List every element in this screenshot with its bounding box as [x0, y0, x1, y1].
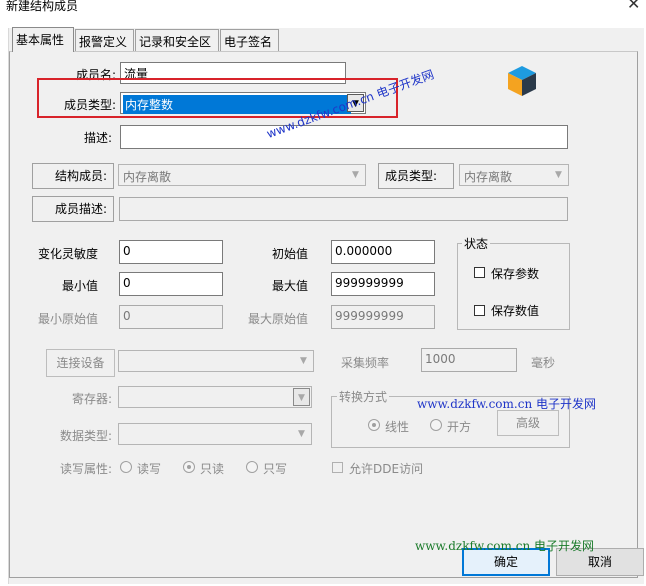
struct-member-label: 结构成员:: [32, 163, 114, 189]
allow-dde-label: 允许DDE访问: [349, 462, 424, 476]
min-raw-input[interactable]: 0: [119, 305, 223, 329]
save-params-label: 保存参数: [491, 267, 540, 281]
min-value-input[interactable]: 0: [119, 272, 223, 296]
save-params-checkbox[interactable]: [474, 267, 485, 278]
initial-value-label: 初始值: [271, 247, 308, 261]
watermark-middle: www.dzkfw.com.cn 电子开发网: [417, 397, 596, 411]
rw-attribute-label: 读写属性:: [59, 462, 112, 476]
save-values-checkbox[interactable]: [474, 305, 485, 316]
tab-basic-properties[interactable]: 基本属性: [12, 27, 74, 52]
save-values-label: 保存数值: [491, 304, 540, 318]
status-group-title: 状态: [462, 235, 491, 252]
max-value-label: 最大值: [271, 279, 308, 293]
description-label: 描述:: [83, 131, 112, 145]
sqrt-radio[interactable]: [430, 419, 442, 431]
sensitivity-label: 变化灵敏度: [37, 247, 98, 261]
watermark-bottom: www.dzkfw.com.cn 电子开发网: [415, 539, 594, 553]
chevron-down-icon: ▼: [300, 356, 307, 366]
rw-write-only-radio[interactable]: [246, 461, 258, 473]
rw-write-only-label: 只写: [263, 462, 288, 476]
linear-radio[interactable]: [368, 419, 380, 431]
device-select[interactable]: ▼: [118, 350, 314, 372]
tab-alarm-definition[interactable]: 报警定义: [75, 29, 134, 51]
tab-e-signature[interactable]: 电子签名: [220, 29, 279, 51]
cube-icon: [508, 66, 536, 96]
min-value-label: 最小值: [61, 279, 98, 293]
chevron-down-icon: ▼: [293, 388, 310, 406]
close-icon[interactable]: ✕: [627, 0, 640, 13]
sample-rate-input[interactable]: 1000: [421, 348, 517, 372]
struct-member-type-value: 内存离散: [464, 170, 513, 184]
allow-dde-checkbox[interactable]: [332, 462, 343, 473]
initial-value-input[interactable]: 0.000000: [331, 240, 435, 264]
tab-record-security[interactable]: 记录和安全区: [135, 29, 219, 51]
rw-read-write-radio[interactable]: [120, 461, 132, 473]
linear-label: 线性: [385, 420, 410, 434]
rw-read-write-label: 读写: [137, 462, 162, 476]
sensitivity-input[interactable]: 0: [119, 240, 223, 264]
max-raw-input[interactable]: 999999999: [331, 305, 435, 329]
struct-member-desc-input[interactable]: [119, 197, 568, 221]
sample-unit-label: 毫秒: [531, 356, 556, 370]
register-select[interactable]: ▼: [118, 386, 312, 408]
rw-read-only-radio[interactable]: [183, 461, 195, 473]
window-title: 新建结构成员: [6, 0, 79, 13]
title-bar: 新建结构成员 ✕: [0, 0, 646, 14]
struct-member-type-label: 成员类型:: [378, 163, 454, 189]
register-label: 寄存器:: [71, 392, 112, 406]
connect-device-button[interactable]: 连接设备: [46, 349, 115, 377]
chevron-down-icon: ▼: [555, 170, 562, 180]
device-value: [121, 353, 125, 355]
struct-member-desc-label: 成员描述:: [32, 196, 114, 222]
max-value-input[interactable]: 999999999: [331, 272, 435, 296]
sqrt-label: 开方: [447, 420, 472, 434]
rw-read-only-label: 只读: [200, 462, 225, 476]
chevron-down-icon: ▼: [352, 170, 359, 180]
sample-rate-label: 采集频率: [341, 356, 390, 370]
struct-member-value: 内存离散: [123, 170, 172, 184]
data-type-select[interactable]: ▼: [118, 423, 312, 445]
struct-member-type-select[interactable]: 内存离散 ▼: [459, 164, 569, 186]
min-raw-label: 最小原始值: [37, 312, 98, 326]
data-type-label: 数据类型:: [59, 429, 112, 443]
chevron-down-icon: ▼: [298, 429, 305, 439]
description-input[interactable]: [120, 125, 568, 149]
advanced-button[interactable]: 高级: [497, 410, 559, 436]
convert-group-title: 转换方式: [337, 388, 390, 405]
max-raw-label: 最大原始值: [247, 312, 308, 326]
struct-member-select[interactable]: 内存离散 ▼: [118, 164, 366, 186]
